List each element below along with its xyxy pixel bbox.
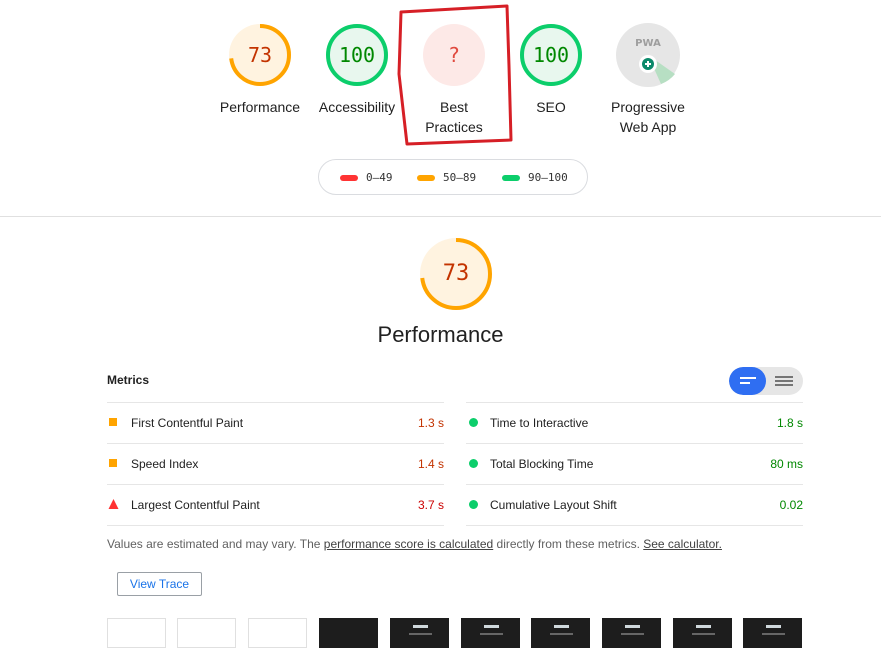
legend-fail-range: 0–49: [366, 171, 393, 184]
accessibility-score: 100: [338, 43, 376, 67]
pwa-badge-svg: PWA: [616, 23, 680, 87]
performance-score-ring: 73: [227, 22, 293, 88]
score-legend: 0–49 50–89 90–100: [318, 159, 588, 195]
metric-value: 80 ms: [770, 457, 803, 471]
performance-main-score: 73: [442, 261, 470, 286]
average-square-icon: [109, 459, 117, 467]
red-annotation-box: [397, 4, 513, 146]
legend-average-range: 50–89: [443, 171, 477, 184]
disclaimer-middle: directly from these metrics.: [493, 537, 644, 551]
legend-pass-swatch: [502, 175, 520, 181]
filmstrip-frame: [390, 618, 449, 648]
view-trace-button[interactable]: View Trace: [117, 572, 202, 596]
metrics-disclaimer: Values are estimated and may vary. The p…: [107, 537, 722, 551]
gauge-pwa[interactable]: PWA Progressive Web App: [600, 22, 696, 137]
frame-thumbnail-detail: [550, 633, 573, 635]
frame-thumbnail-detail: [621, 633, 644, 635]
seo-score: 100: [532, 43, 570, 67]
metric-name: Speed Index: [131, 457, 199, 471]
metric-name: Total Blocking Time: [490, 457, 594, 471]
performance-main-gauge: 73: [418, 236, 494, 312]
accessibility-label: Accessibility: [318, 99, 396, 115]
gauge-seo[interactable]: 100 SEO: [503, 22, 599, 117]
accessibility-score-ring: 100: [324, 22, 390, 88]
see-calculator-link[interactable]: See calculator.: [643, 537, 722, 551]
metric-value: 1.4 s: [417, 457, 444, 471]
metric-value: 1.8 s: [776, 416, 803, 430]
metrics-view-toggle[interactable]: [729, 367, 803, 395]
filmstrip-frame: [743, 618, 802, 648]
compact-view-icon: [740, 377, 756, 384]
filmstrip-frame: [248, 618, 307, 648]
frame-thumbnail-detail: [409, 633, 432, 635]
pwa-badge-text: PWA: [635, 38, 661, 49]
frame-thumbnail-detail: [554, 625, 569, 628]
filmstrip-frame: [461, 618, 520, 648]
pass-circle-icon: [469, 418, 478, 427]
metric-row[interactable]: Speed Index 1.4 s: [107, 443, 444, 484]
average-square-icon: [109, 418, 117, 426]
filmstrip-frame: [177, 618, 236, 648]
category-gauges: 73 Performance 100 Accessibility ? Best …: [0, 0, 881, 150]
metric-value: 3.7 s: [417, 498, 444, 512]
legend-pass: 90–100: [502, 160, 568, 196]
compact-view-button[interactable]: [729, 367, 766, 395]
metrics-heading: Metrics: [107, 373, 150, 387]
filmstrip-frame: [319, 618, 378, 648]
frame-thumbnail-detail: [766, 625, 781, 628]
frame-thumbnail-detail: [413, 625, 428, 628]
metric-row[interactable]: Largest Contentful Paint 3.7 s: [107, 484, 444, 526]
pwa-badge-icon: PWA: [615, 22, 681, 88]
pass-circle-icon: [469, 500, 478, 509]
legend-average-swatch: [417, 175, 435, 181]
metric-name: Largest Contentful Paint: [131, 498, 260, 512]
filmstrip-frame: [531, 618, 590, 648]
performance-label: Performance: [219, 99, 301, 115]
legend-average: 50–89: [417, 160, 476, 196]
filmstrip-frame: [107, 618, 166, 648]
screenshot-filmstrip: [107, 618, 807, 648]
pass-circle-icon: [469, 459, 478, 468]
metric-value: 0.02: [779, 498, 803, 512]
filmstrip-frame: [673, 618, 732, 648]
frame-thumbnail-detail: [480, 633, 503, 635]
metric-name: Cumulative Layout Shift: [490, 498, 617, 512]
metric-row[interactable]: Cumulative Layout Shift 0.02: [466, 484, 803, 526]
metric-name: First Contentful Paint: [131, 416, 244, 430]
filmstrip-frame: [602, 618, 661, 648]
pwa-label: Progressive Web App: [611, 99, 685, 135]
frame-thumbnail-detail: [692, 633, 715, 635]
expanded-view-icon: [775, 376, 793, 386]
metrics-left-column: First Contentful Paint 1.3 s Speed Index…: [107, 402, 444, 526]
score-calculated-link[interactable]: performance score is calculated: [324, 537, 493, 551]
gauge-performance[interactable]: 73 Performance: [212, 22, 308, 117]
disclaimer-prefix: Values are estimated and may vary. The: [107, 537, 324, 551]
section-divider: [0, 216, 881, 217]
metric-row[interactable]: Time to Interactive 1.8 s: [466, 402, 803, 443]
frame-thumbnail-detail: [484, 625, 499, 628]
metric-name: Time to Interactive: [490, 416, 589, 430]
expanded-view-button[interactable]: [766, 367, 803, 395]
frame-thumbnail-detail: [696, 625, 711, 628]
seo-label: SEO: [536, 99, 566, 115]
legend-fail: 0–49: [340, 160, 393, 196]
metric-row[interactable]: Total Blocking Time 80 ms: [466, 443, 803, 484]
legend-pass-range: 90–100: [528, 171, 568, 184]
frame-thumbnail-detail: [625, 625, 640, 628]
metric-value: 1.3 s: [417, 416, 444, 430]
performance-section-title: Performance: [377, 322, 504, 347]
gauge-accessibility[interactable]: 100 Accessibility: [309, 22, 405, 117]
fail-triangle-icon: [108, 499, 119, 509]
metric-row[interactable]: First Contentful Paint 1.3 s: [107, 402, 444, 443]
performance-score: 73: [247, 43, 273, 67]
seo-score-ring: 100: [518, 22, 584, 88]
metrics-right-column: Time to Interactive 1.8 s Total Blocking…: [466, 402, 803, 526]
frame-thumbnail-detail: [762, 633, 785, 635]
legend-fail-swatch: [340, 175, 358, 181]
